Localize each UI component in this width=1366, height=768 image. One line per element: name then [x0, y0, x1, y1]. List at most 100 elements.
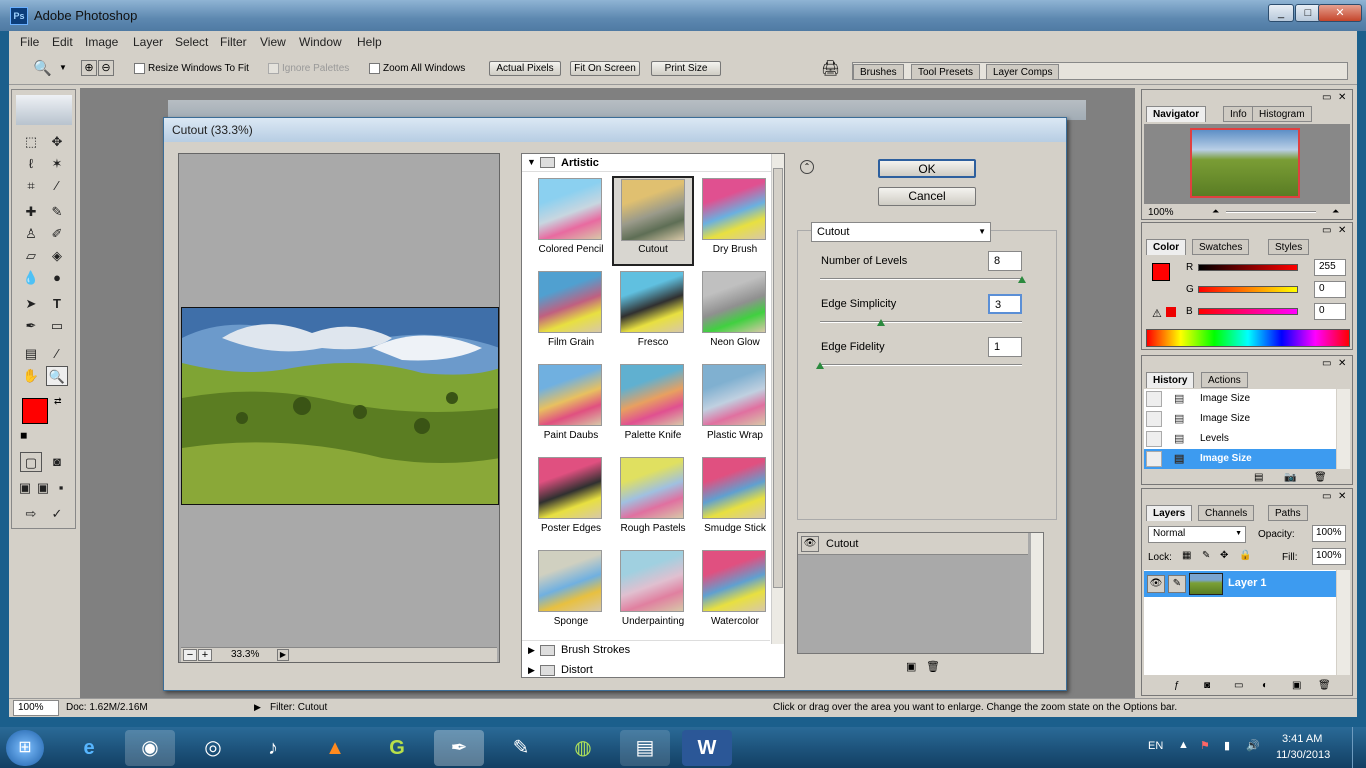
paint-app-icon[interactable]: ✎	[496, 730, 546, 766]
color-panel-foreground-swatch[interactable]	[1152, 263, 1170, 281]
print-size-button[interactable]: Print Size	[651, 61, 721, 76]
zoom-minus-button[interactable]: −	[183, 649, 197, 661]
tab-swatches[interactable]: Swatches	[1192, 239, 1250, 255]
filter-thumb-fresco[interactable]: Fresco	[612, 269, 694, 359]
filter-thumb-palette-knife[interactable]: Palette Knife	[612, 362, 694, 452]
history-brush-source-checkbox[interactable]	[1146, 451, 1162, 467]
red-slider[interactable]	[1198, 264, 1298, 271]
resize-windows-checkbox[interactable]	[134, 63, 145, 74]
tab-actions[interactable]: Actions	[1201, 372, 1248, 388]
type-tool-icon[interactable]: T	[46, 294, 68, 314]
slice-tool-icon[interactable]: ∕	[46, 176, 68, 196]
filter-thumb-poster-edges[interactable]: Poster Edges	[530, 455, 612, 545]
media-player-icon[interactable]: ◎	[188, 730, 238, 766]
cancel-button[interactable]: Cancel	[878, 187, 976, 206]
zoom-in-large-icon[interactable]: ⏶	[1332, 206, 1339, 217]
category-artistic[interactable]: ▼ Artistic	[522, 154, 784, 172]
zoom-all-checkbox[interactable]	[369, 63, 380, 74]
effect-layer-item[interactable]: 👁 Cutout	[798, 533, 1028, 555]
layer-mask-icon[interactable]: ◙	[1204, 680, 1210, 691]
zoom-out-icon[interactable]: ⊖	[98, 60, 114, 76]
clock-time[interactable]: 3:41 AM	[1282, 733, 1322, 745]
chrome-icon[interactable]: ◉	[125, 730, 175, 766]
action-center-icon[interactable]: ⚑	[1200, 739, 1210, 752]
tab-channels[interactable]: Channels	[1198, 505, 1255, 521]
fill-input[interactable]: 100%	[1312, 548, 1346, 565]
new-document-from-state-icon[interactable]: ▤	[1254, 472, 1263, 483]
healing-brush-icon[interactable]: ✚	[20, 202, 42, 222]
history-brush-source-checkbox[interactable]	[1146, 391, 1162, 407]
blue-slider[interactable]	[1198, 308, 1298, 315]
eyedropper-icon[interactable]: ⁄	[46, 344, 68, 364]
actual-pixels-button[interactable]: Actual Pixels	[489, 61, 561, 76]
category-brush-strokes[interactable]: ▶ Brush Strokes	[522, 640, 770, 658]
edge-simplicity-slider[interactable]	[820, 321, 1022, 323]
clone-stamp-icon[interactable]: ♙	[20, 224, 42, 244]
layers-scrollbar[interactable]	[1337, 570, 1350, 675]
filter-thumb-rough-pastels[interactable]: Rough Pastels	[612, 455, 694, 545]
layer-style-icon[interactable]: ƒ	[1174, 680, 1180, 691]
clock-date[interactable]: 11/30/2013	[1276, 749, 1330, 761]
marquee-tool-icon[interactable]: ⬚	[20, 132, 42, 152]
vlc-icon[interactable]: ▲	[310, 730, 360, 766]
history-brush-source-checkbox[interactable]	[1146, 431, 1162, 447]
lock-image-icon[interactable]: ✎	[1202, 550, 1210, 561]
blend-mode-select[interactable]: Normal ▼	[1148, 526, 1246, 543]
panel-minimize-icon[interactable]: ▭	[1322, 92, 1331, 103]
panel-close-icon[interactable]: ✕	[1338, 225, 1346, 236]
edge-fidelity-slider[interactable]	[820, 364, 1022, 366]
path-selection-icon[interactable]: ➤	[20, 294, 42, 314]
zoom-out-small-icon[interactable]: ⏶	[1212, 206, 1219, 217]
brush-tool-icon[interactable]: ✎	[46, 202, 68, 222]
new-group-icon[interactable]: ▭	[1234, 680, 1243, 691]
layer-row[interactable]: 👁 ✎ Layer 1	[1144, 571, 1336, 597]
filter-thumb-neon-glow[interactable]: Neon Glow	[694, 269, 776, 359]
ok-button[interactable]: OK	[878, 159, 976, 178]
swap-colors-icon[interactable]: ⇄	[54, 396, 62, 407]
edge-simplicity-slider-handle[interactable]	[876, 319, 885, 326]
menu-image[interactable]: Image	[85, 35, 118, 49]
opacity-input[interactable]: 100%	[1312, 525, 1346, 542]
eraser-tool-icon[interactable]: ▱	[20, 246, 42, 266]
menu-edit[interactable]: Edit	[52, 35, 73, 49]
panel-minimize-icon[interactable]: ▭	[1322, 491, 1331, 502]
history-brush-source-checkbox[interactable]	[1146, 411, 1162, 427]
hand-tool-icon[interactable]: ✋	[20, 366, 42, 386]
gallery-scroll-thumb[interactable]	[773, 168, 783, 588]
tab-histogram[interactable]: Histogram	[1252, 106, 1312, 122]
tab-styles[interactable]: Styles	[1268, 239, 1310, 255]
panel-close-icon[interactable]: ✕	[1338, 358, 1346, 369]
edge-fidelity-input[interactable]: 1	[988, 337, 1022, 357]
move-tool-icon[interactable]: ✥	[46, 132, 68, 152]
new-layer-icon[interactable]: ▣	[1292, 680, 1301, 691]
collapse-gallery-icon[interactable]: ⌃	[800, 160, 814, 174]
color-spectrum-bar[interactable]	[1146, 329, 1350, 347]
history-state-item[interactable]: ▤ Image Size	[1144, 409, 1336, 429]
history-state-item[interactable]: ▤ Levels	[1144, 429, 1336, 449]
standard-mode-icon[interactable]: ▢	[20, 452, 42, 472]
history-scrollbar[interactable]	[1337, 389, 1350, 469]
paint-bucket-icon[interactable]: ◈	[46, 246, 68, 266]
edge-simplicity-input[interactable]: 3	[988, 294, 1022, 314]
preview-zoom-level[interactable]: 33.3%	[231, 649, 259, 660]
notes-tool-icon[interactable]: ▤	[20, 344, 42, 364]
internet-explorer-icon[interactable]: e	[64, 730, 114, 766]
gamut-warning-icon[interactable]: ⚠	[1152, 307, 1162, 320]
start-button[interactable]: ⊞	[6, 730, 44, 766]
default-colors-icon[interactable]: ◼	[20, 430, 27, 441]
menu-window[interactable]: Window	[299, 35, 342, 49]
lock-position-icon[interactable]: ✥	[1220, 550, 1228, 561]
panel-minimize-icon[interactable]: ▭	[1322, 358, 1331, 369]
status-zoom-input[interactable]: 100%	[13, 700, 59, 716]
green-value-input[interactable]: 0	[1314, 281, 1346, 298]
menu-file[interactable]: File	[20, 35, 39, 49]
tab-info[interactable]: Info	[1223, 106, 1254, 122]
screen-mode-full-icon[interactable]: ▪	[52, 478, 70, 498]
screen-mode-standard-icon[interactable]: ▣	[16, 478, 34, 498]
lasso-tool-icon[interactable]: ℓ	[20, 154, 42, 174]
word-icon[interactable]: W	[682, 730, 732, 766]
filter-thumb-sponge[interactable]: Sponge	[530, 548, 612, 638]
navigator-proxy-view[interactable]	[1190, 128, 1300, 198]
filter-thumb-smudge-stick[interactable]: Smudge Stick	[694, 455, 776, 545]
brush-link-icon[interactable]: ✎	[1168, 575, 1186, 593]
